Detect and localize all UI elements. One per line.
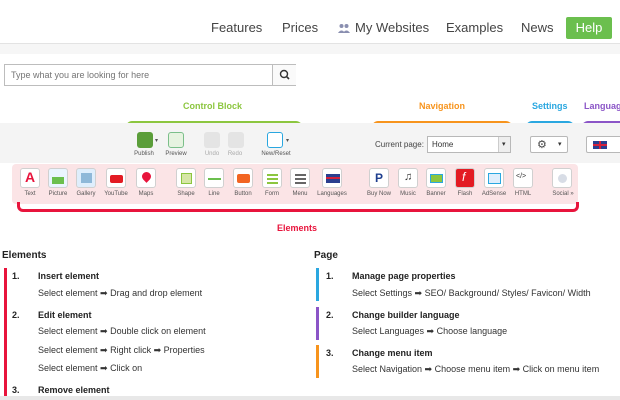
page-step1-accent-bar [316,268,319,301]
elements-column-title: Elements [2,250,47,261]
step-number: 1. [12,271,20,281]
html-icon[interactable]: </> [513,168,533,188]
users-icon [338,24,350,33]
nav-news[interactable]: News [521,20,554,35]
step-title-menu-item: Change menu item [352,348,433,358]
publish-icon[interactable] [137,132,153,148]
redo-label: Redo [227,151,243,157]
gear-icon: ⚙ [537,139,547,151]
step-title-edit: Edit element [38,310,92,320]
top-navigation: Features Prices My Websites Examples New… [0,0,620,44]
step-line: Select element ➡ Double click on element [38,326,206,336]
step-line: Select Languages ➡ Choose language [352,326,508,336]
page-step2-accent-bar [316,307,319,340]
nav-my-websites[interactable]: My Websites [355,20,429,35]
elements-accent-bar [4,268,7,400]
search-box [4,64,296,86]
picture-icon[interactable] [48,168,68,188]
flash-icon[interactable]: f [455,168,475,188]
adsense-icon[interactable] [484,168,504,188]
step-line: Select element ➡ Click on [38,363,143,373]
step-number: 1. [326,271,334,281]
languages-icon[interactable] [322,168,342,188]
publish-dropdown-icon[interactable]: ▾ [155,137,158,144]
buy-now-icon[interactable]: P [369,168,389,188]
step-number: 2. [326,310,334,320]
youtube-icon[interactable] [106,168,126,188]
step-line: Select element ➡ Right click ➡ Propertie… [38,345,205,355]
header-band [0,44,620,54]
line-icon[interactable] [204,168,224,188]
chevron-down-icon: ▾ [498,137,510,152]
page-column-title: Page [314,250,338,261]
html-label: HTML [514,191,532,197]
step-line: Select element ➡ Drag and drop element [38,288,203,298]
uk-flag-icon [593,141,607,149]
maps-label: Maps [138,191,154,197]
preview-label: Preview [165,151,187,157]
menu-icon[interactable] [290,168,310,188]
step-title-remove: Remove element [38,385,110,395]
settings-dropdown-icon: ▾ [558,141,562,148]
horizontal-scrollbar[interactable] [0,396,620,400]
nav-features[interactable]: Features [211,20,262,35]
settings-label: Settings [532,101,568,111]
undo-icon[interactable] [204,132,220,148]
banner-icon[interactable] [426,168,446,188]
step-title-manage-page: Manage page properties [352,271,456,281]
current-page-label: Current page: [375,140,424,149]
languages-label: Languages [317,191,347,197]
step-number: 3. [12,385,20,395]
settings-button[interactable]: ⚙ ▾ [530,136,568,153]
nav-examples[interactable]: Examples [446,20,503,35]
new-reset-dropdown-icon[interactable]: ▾ [286,137,289,144]
search-icon [279,69,290,80]
control-block-label: Control Block [183,101,243,111]
step-number: 3. [326,348,334,358]
language-button[interactable] [586,136,620,153]
elements-label: Elements [277,223,318,233]
gallery-icon[interactable] [76,168,96,188]
form-icon[interactable] [262,168,282,188]
step-line: Select Settings ➡ SEO/ Background/ Style… [352,288,591,298]
button-icon[interactable] [233,168,253,188]
search-input[interactable] [5,65,271,85]
maps-icon[interactable] [136,168,156,188]
current-page-value: Home [432,140,454,149]
search-button[interactable] [272,65,296,85]
preview-icon[interactable] [168,132,184,148]
shape-icon[interactable] [176,168,196,188]
new-reset-label: New/Reset [261,151,291,157]
social-icon[interactable] [552,168,572,188]
language-label: Language [584,101,620,111]
step-number: 2. [12,310,20,320]
music-icon[interactable]: ♫ [398,168,418,188]
redo-icon[interactable] [228,132,244,148]
page-step3-accent-bar [316,345,319,378]
text-icon[interactable]: A [20,168,40,188]
step-line: Select Navigation ➡ Choose menu item ➡ C… [352,364,600,374]
nav-prices[interactable]: Prices [282,20,318,35]
help-button[interactable]: Help [566,17,612,39]
current-page-select[interactable]: Home ▾ [427,136,511,153]
step-title-builder-language: Change builder language [352,310,460,320]
social-label: Social » [552,191,574,197]
step-title-insert: Insert element [38,271,100,281]
elements-bracket [17,202,579,212]
new-reset-icon[interactable] [267,132,283,148]
toolbar-background [0,123,620,163]
navigation-label: Navigation [419,101,466,111]
